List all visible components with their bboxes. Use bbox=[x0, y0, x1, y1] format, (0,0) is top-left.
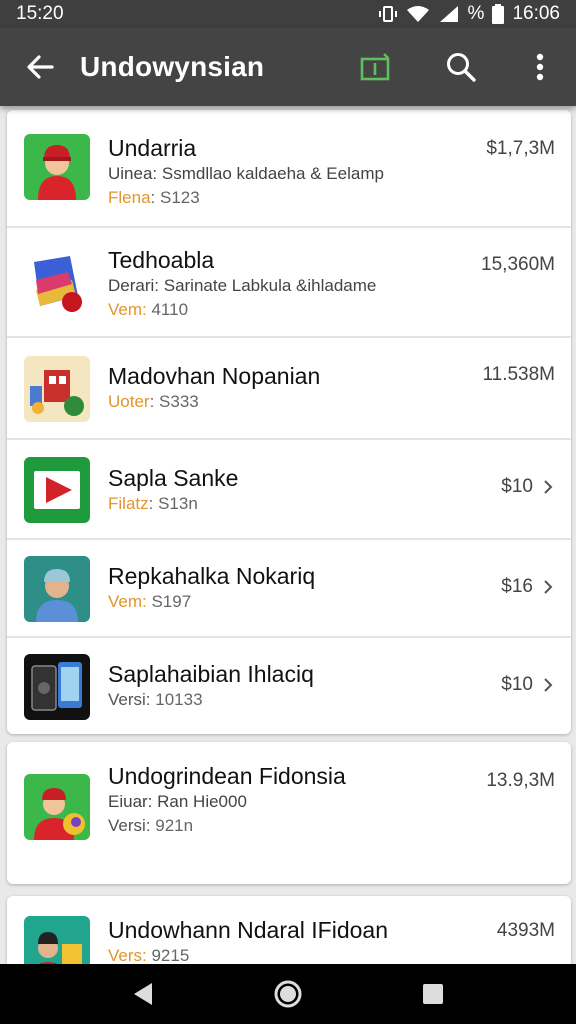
chevron-right-icon bbox=[544, 678, 553, 692]
play-video-icon bbox=[24, 457, 90, 523]
app-price-button[interactable]: $10 bbox=[501, 476, 553, 498]
character-app-icon bbox=[24, 916, 90, 964]
version-value: : S333 bbox=[149, 392, 199, 411]
app-name: Sapla Sanke bbox=[108, 465, 239, 491]
version-label: Versi: bbox=[108, 816, 151, 835]
app-name: Saplahaibian Ihlaciq bbox=[108, 661, 314, 687]
app-version: Versi: 921n bbox=[108, 814, 461, 838]
app-card[interactable]: Undowhann Ndaral IFidoan Vers: 9215 4393… bbox=[7, 896, 571, 964]
version-value: 921n bbox=[150, 816, 194, 835]
battery-icon bbox=[492, 4, 505, 24]
app-version: Vers: 9215 bbox=[108, 944, 461, 964]
avatar-app-icon bbox=[24, 134, 90, 200]
status-clock-right: 16:06 bbox=[512, 3, 560, 24]
app-price-button[interactable]: $10 bbox=[501, 674, 553, 696]
square-recents-icon bbox=[423, 984, 444, 1004]
list-item[interactable]: Repkahalka Nokariq Vem: S197 $16 bbox=[7, 540, 571, 638]
battery-percent: % bbox=[467, 3, 485, 24]
app-version: Uoter: S333 bbox=[108, 390, 461, 414]
system-nav-bar bbox=[0, 964, 576, 1024]
arrow-back-icon bbox=[27, 55, 54, 79]
app-price: $10 bbox=[501, 674, 533, 695]
phones-app-icon bbox=[24, 654, 90, 720]
chevron-right-icon bbox=[544, 480, 553, 494]
app-name: Undarria bbox=[108, 135, 197, 161]
app-card[interactable]: Undogrindean Fidonsia Eiuar: Ran Hie000 … bbox=[7, 742, 571, 884]
app-size: 4393M bbox=[496, 920, 555, 941]
nav-back-button[interactable] bbox=[108, 964, 178, 1024]
signal-icon bbox=[438, 5, 460, 23]
version-label: Vem: bbox=[108, 300, 147, 319]
app-version: Versi: 10133 bbox=[108, 688, 461, 712]
app-list: Undarria Uinea: Ssmdllao kaldaeha & Eela… bbox=[0, 106, 576, 964]
app-subtitle: Uinea: Ssmdllao kaldaeha & Eelamp bbox=[108, 164, 384, 183]
worker-app-icon bbox=[24, 556, 90, 622]
app-version: Vem: 4110 bbox=[108, 298, 461, 322]
app-size: $1,7,3M bbox=[486, 138, 555, 159]
version-value: : S13n bbox=[148, 494, 198, 513]
triangle-back-icon bbox=[133, 983, 152, 1005]
app-subtitle: Eiuar: Ran Hie000 bbox=[108, 792, 247, 811]
app-bar: Undowynsian bbox=[0, 28, 576, 106]
app-version: Flena: S123 bbox=[108, 186, 461, 210]
tablet-app-icon bbox=[24, 250, 90, 316]
version-label: Versi: bbox=[108, 690, 151, 709]
version-value: : S123 bbox=[150, 188, 200, 207]
app-size: 11.538M bbox=[482, 364, 555, 385]
app-price-button[interactable]: $16 bbox=[501, 576, 553, 598]
version-label: Vers: bbox=[108, 946, 147, 964]
version-label: Vem: bbox=[108, 592, 147, 611]
list-item[interactable]: Tedhoabla Derari: Sarinate Labkula &ihla… bbox=[7, 228, 571, 338]
app-price: $10 bbox=[501, 476, 533, 497]
chevron-right-icon bbox=[544, 580, 553, 594]
status-time: 15:20 bbox=[16, 3, 64, 24]
version-value: S197 bbox=[146, 592, 192, 611]
search-button[interactable] bbox=[418, 28, 504, 106]
install-icon bbox=[360, 53, 390, 81]
version-label: Uoter bbox=[108, 392, 150, 411]
app-name: Madovhan Nopanian bbox=[108, 363, 321, 389]
page-title: Undowynsian bbox=[80, 51, 265, 82]
version-label: Filatz bbox=[108, 494, 149, 513]
circle-home-icon bbox=[274, 980, 302, 1008]
search-icon bbox=[447, 53, 476, 82]
back-button[interactable] bbox=[0, 28, 80, 106]
list-item[interactable]: Madovhan Nopanian Uoter: S333 11.538M bbox=[7, 338, 571, 440]
app-name: Undowhann Ndaral IFidoan bbox=[108, 917, 389, 943]
status-bar: 15:20 % 16:06 bbox=[0, 0, 576, 28]
nav-recents-button[interactable] bbox=[398, 964, 468, 1024]
status-icons: % 16:06 bbox=[378, 3, 560, 25]
list-item[interactable]: Saplahaibian Ihlaciq Versi: 10133 $10 bbox=[7, 638, 571, 734]
toys-app-icon bbox=[24, 356, 90, 422]
app-name: Repkahalka Nokariq bbox=[108, 563, 316, 589]
more-options-button[interactable] bbox=[504, 28, 576, 106]
list-item[interactable]: Sapla Sanke Filatz: S13n $10 bbox=[7, 440, 571, 540]
more-vert-icon bbox=[536, 53, 544, 81]
install-button[interactable] bbox=[332, 28, 418, 106]
app-size: 15,360M bbox=[481, 254, 555, 275]
version-value: 4110 bbox=[146, 300, 189, 319]
app-version: Vem: S197 bbox=[108, 590, 461, 614]
app-card-group: Undarria Uinea: Ssmdllao kaldaeha & Eela… bbox=[7, 110, 571, 734]
version-value: 10133 bbox=[150, 690, 203, 709]
app-version: Filatz: S13n bbox=[108, 492, 461, 516]
avatar-app-icon bbox=[24, 774, 90, 840]
wifi-icon bbox=[406, 5, 430, 23]
nav-home-button[interactable] bbox=[253, 964, 323, 1024]
app-name: Undogrindean Fidonsia bbox=[108, 763, 346, 789]
app-name: Tedhoabla bbox=[108, 247, 215, 273]
app-subtitle: Derari: Sarinate Labkula &ihladame bbox=[108, 276, 377, 295]
list-item[interactable]: Undarria Uinea: Ssmdllao kaldaeha & Eela… bbox=[7, 110, 571, 228]
app-price: $16 bbox=[501, 576, 533, 597]
vibrate-icon bbox=[378, 5, 398, 23]
app-size: 13.9,3M bbox=[486, 770, 555, 791]
version-label: Flena bbox=[108, 188, 151, 207]
version-value: 9215 bbox=[146, 946, 190, 964]
